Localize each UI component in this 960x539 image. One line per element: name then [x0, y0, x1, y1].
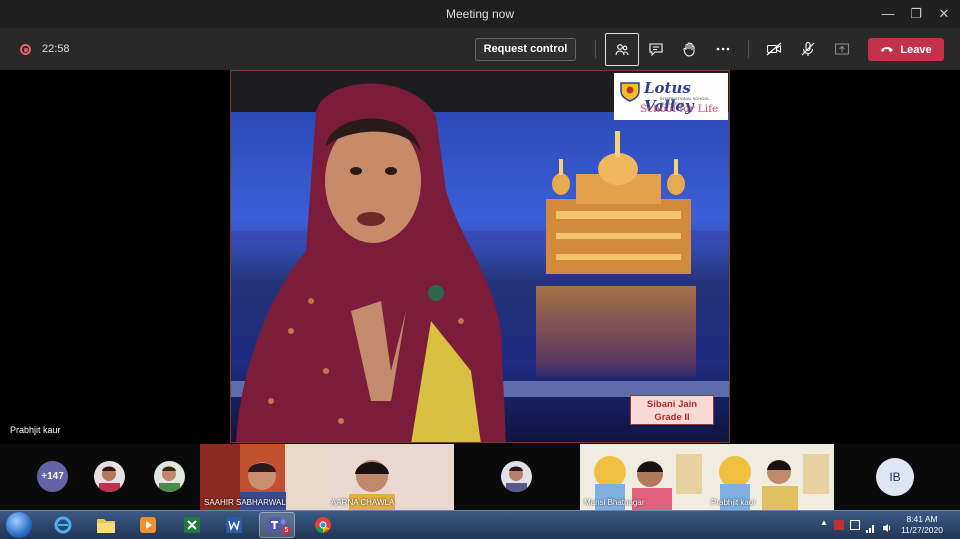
- file-explorer-icon[interactable]: [88, 512, 124, 538]
- participant-name: Prabhjit kaur: [711, 498, 756, 507]
- word-icon[interactable]: [216, 512, 252, 538]
- more-options-icon[interactable]: [712, 38, 734, 60]
- system-clock[interactable]: 8:41 AM 11/27/2020: [901, 514, 943, 536]
- participant-tile[interactable]: Mansi Bhatnagar: [580, 444, 707, 510]
- participant-tile[interactable]: SAAHIR SABHARWAL: [200, 444, 327, 510]
- leave-label: Leave: [900, 43, 932, 56]
- tray-expand-icon[interactable]: ▲: [820, 518, 830, 528]
- internet-explorer-icon[interactable]: [45, 512, 81, 538]
- record-icon: [20, 44, 31, 55]
- school-logo: Lotus Valley INTERNATIONAL SCHOOL GURUGR…: [614, 73, 728, 120]
- minimize-icon[interactable]: —: [877, 4, 899, 24]
- windows-start-icon[interactable]: [6, 512, 32, 538]
- share-tray-icon[interactable]: [831, 38, 853, 60]
- excel-icon[interactable]: [174, 512, 210, 538]
- leave-button[interactable]: Leave: [868, 38, 944, 61]
- title-bar: Meeting now — ❐ ✕: [0, 0, 960, 28]
- meeting-timer: 22:58: [42, 43, 70, 55]
- request-control-button[interactable]: Request control: [475, 38, 576, 61]
- windows-taskbar: 5 ▲ 8:41 AM 11/27/2020: [0, 510, 960, 539]
- teams-icon[interactable]: 5: [259, 512, 295, 538]
- mic-off-icon[interactable]: [797, 38, 819, 60]
- participant-name: AARNA CHAWLA: [331, 498, 395, 507]
- participant-avatar[interactable]: [94, 461, 125, 492]
- school-tagline: School for Life: [640, 103, 719, 115]
- action-center-flag-icon[interactable]: [834, 520, 844, 530]
- raise-hand-icon[interactable]: [678, 38, 700, 60]
- active-speaker-name: Prabhjit kaur: [10, 425, 61, 435]
- people-icon: [611, 39, 633, 61]
- clock-time: 8:41 AM: [906, 514, 938, 524]
- display-icon[interactable]: [850, 520, 860, 530]
- window-title: Meeting now: [445, 7, 515, 21]
- golden-temple-image: [546, 131, 691, 274]
- student-video: [236, 83, 506, 442]
- participant-initials-avatar[interactable]: IB: [876, 458, 914, 496]
- main-video-stage: Lotus Valley INTERNATIONAL SCHOOL GURUGR…: [230, 70, 730, 443]
- network-signal-icon[interactable]: [866, 520, 876, 533]
- student-name: Sibani Jain: [646, 399, 698, 410]
- chrome-icon[interactable]: [305, 512, 341, 538]
- chat-icon[interactable]: [645, 38, 667, 60]
- participant-tile[interactable]: AARNA CHAWLA: [327, 444, 454, 510]
- meeting-toolbar: 22:58 Request control Leave: [0, 28, 960, 70]
- student-name-tag: Sibani Jain Grade II: [630, 395, 714, 425]
- people-button[interactable]: [605, 33, 639, 66]
- close-icon[interactable]: ✕: [933, 4, 955, 24]
- toolbar-divider: [748, 40, 749, 58]
- toolbar-divider: [595, 40, 596, 58]
- teams-notification-badge: 5: [282, 526, 291, 535]
- school-crest-icon: [620, 82, 640, 102]
- camera-off-icon[interactable]: [763, 38, 785, 60]
- clock-date: 11/27/2020: [901, 525, 943, 535]
- student-grade: Grade II: [654, 412, 690, 423]
- participant-name: SAAHIR SABHARWAL: [204, 498, 286, 507]
- media-player-icon[interactable]: [130, 512, 166, 538]
- water-reflection: [536, 286, 696, 381]
- participant-avatar[interactable]: [501, 461, 532, 492]
- participant-gallery: +147 SAAHIR SABHARWAL AARNA CHAWLA Mansi…: [0, 444, 960, 510]
- hang-up-icon: [880, 44, 894, 56]
- restore-icon[interactable]: ❐: [905, 4, 927, 24]
- participant-avatar[interactable]: [154, 461, 185, 492]
- overflow-participants-badge[interactable]: +147: [37, 461, 68, 492]
- participant-tile[interactable]: Prabhjit kaur: [707, 444, 834, 510]
- participant-name: Mansi Bhatnagar: [584, 498, 645, 507]
- volume-icon[interactable]: [882, 520, 892, 532]
